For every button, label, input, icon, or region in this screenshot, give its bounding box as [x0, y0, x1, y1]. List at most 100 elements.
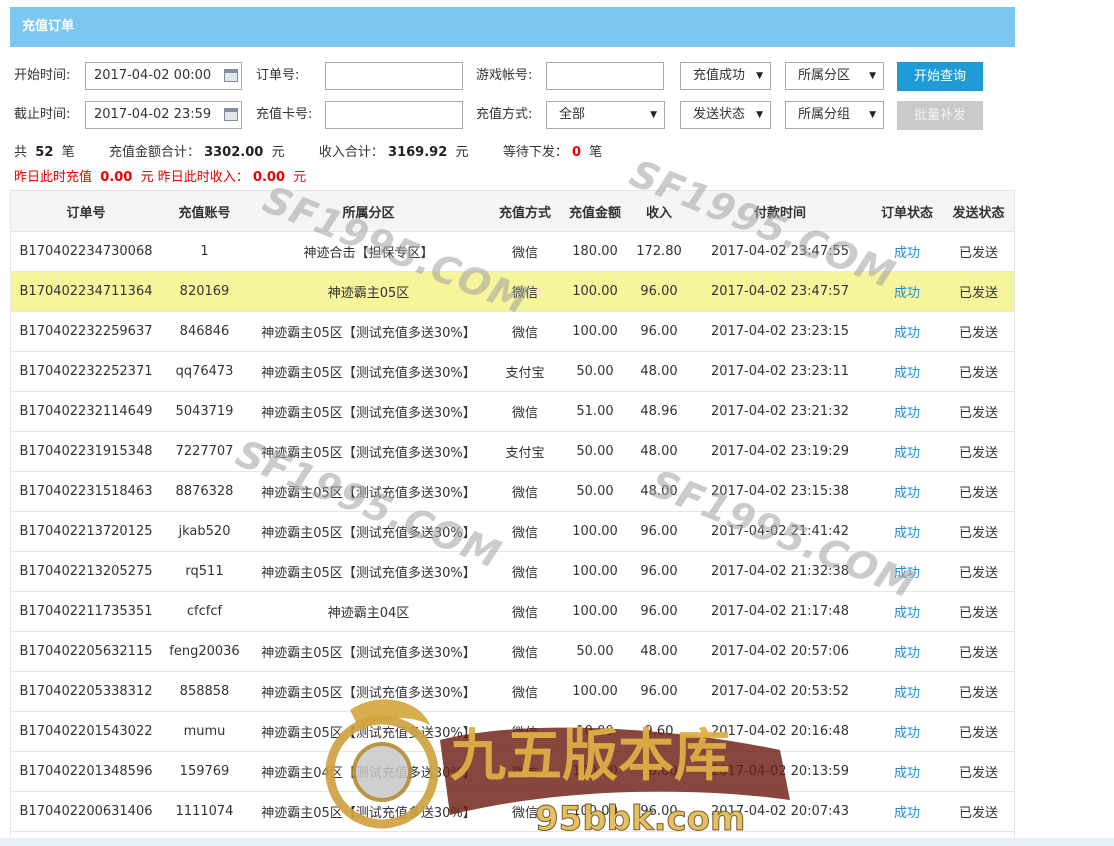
account-cell: rq511	[162, 551, 247, 592]
zone-value: 所属分区	[798, 68, 851, 83]
zone-cell: 神迹霸主05区【测试充值多送30%】	[247, 551, 490, 592]
table-row[interactable]: B170402213205275 rq511 神迹霸主05区【测试充值多送30%】微…	[10, 551, 1015, 592]
column-header: 订单号	[10, 190, 162, 232]
income-cell: 96.00	[630, 791, 688, 832]
table-row[interactable]: B170402201348596 159769 神迹霸主04区【测试充值多送30%】…	[10, 751, 1015, 792]
game-account-label: 游戏帐号:	[476, 68, 533, 83]
dropdown-arrow-icon: ▼	[756, 71, 763, 81]
account-cell: cfcfcf	[162, 591, 247, 632]
game-account-input[interactable]	[546, 62, 664, 90]
yesterday-recharge-unit: 元	[140, 170, 154, 185]
send-status-value: 发送状态	[693, 107, 746, 122]
amount-label: 充值金额合计：	[108, 145, 200, 160]
order-id-cell: B170402232259637	[10, 311, 162, 352]
account-cell: 858858	[162, 671, 247, 712]
zone-cell: 神迹霸主04区【测试充值多送30%】	[247, 751, 490, 792]
order-number-label: 订单号:	[256, 68, 300, 83]
pending-value: 0	[571, 145, 582, 160]
calendar-icon[interactable]	[224, 69, 238, 82]
order-status-link[interactable]: 成功	[872, 351, 942, 392]
amount-cell: 100.00	[560, 791, 630, 832]
table-row[interactable]: B170402231915348 7227707 神迹霸主05区【测试充值多送30%…	[10, 431, 1015, 472]
order-status-link[interactable]: 成功	[872, 431, 942, 472]
table-body: B170402234730068 1 神迹合击【担保专区】 微信 180.00 172.8…	[10, 231, 1015, 832]
account-cell: 7227707	[162, 431, 247, 472]
payment-method-select[interactable]: 全部 ▼	[546, 101, 665, 129]
table-row[interactable]: B170402232114649 5043719 神迹霸主05区【测试充值多送30%…	[10, 391, 1015, 432]
order-id-cell: B170402213720125	[10, 511, 162, 552]
table-row[interactable]: B170402213720125 jkab520 神迹霸主05区【测试充值多送30%…	[10, 511, 1015, 552]
order-status-link[interactable]: 成功	[872, 311, 942, 352]
table-row[interactable]: B170402205338312 858858 神迹霸主05区【测试充值多送30%】…	[10, 671, 1015, 712]
end-time-input[interactable]: 2017-04-02 23:59	[85, 101, 242, 129]
order-status-link[interactable]: 成功	[872, 711, 942, 752]
payment-method-cell: 支付宝	[490, 351, 560, 392]
batch-resend-button[interactable]: 批量补发	[897, 101, 983, 130]
order-status-link[interactable]: 成功	[872, 471, 942, 512]
query-button[interactable]: 开始查询	[897, 62, 983, 91]
pay-time-cell: 2017-04-02 20:57:06	[688, 631, 872, 672]
pay-time-cell: 2017-04-02 21:32:38	[688, 551, 872, 592]
order-status-link[interactable]: 成功	[872, 631, 942, 672]
table-row[interactable]: B170402231518463 8876328 神迹霸主05区【测试充值多送30%…	[10, 471, 1015, 512]
yesterday-summary: 昨日此时充值 0.00 元 昨日此时收入： 0.00 元	[14, 168, 306, 188]
bottom-scrollbar-area[interactable]	[0, 838, 1114, 846]
income-cell: 9.60	[630, 711, 688, 752]
zone-cell: 神迹霸主05区【测试充值多送30%】	[247, 791, 490, 832]
order-status-link[interactable]: 成功	[872, 551, 942, 592]
order-number-input[interactable]	[325, 62, 463, 90]
start-time-value: 2017-04-02 00:00	[94, 68, 212, 83]
send-status-select[interactable]: 发送状态 ▼	[680, 101, 771, 129]
table-row[interactable]: B170402200631406 1111074 神迹霸主05区【测试充值多送30%…	[10, 791, 1015, 832]
column-header: 发送状态	[942, 190, 1015, 232]
table-row[interactable]: B170402211735351 cfcfcf 神迹霸主04区 微信 100.00 96.…	[10, 591, 1015, 632]
table-row[interactable]: B170402232252371 qq76473 神迹霸主05区【测试充值多送30%…	[10, 351, 1015, 392]
income-cell: 96.00	[630, 591, 688, 632]
table-row[interactable]: B170402232259637 846846 神迹霸主05区【测试充值多送30%】…	[10, 311, 1015, 352]
order-id-cell: B170402232252371	[10, 351, 162, 392]
order-id-cell: B170402232114649	[10, 391, 162, 432]
calendar-icon[interactable]	[224, 108, 238, 121]
column-header: 充值账号	[162, 190, 247, 232]
table-row[interactable]: B170402205632115 feng20036 神迹霸主05区【测试充值多送3…	[10, 631, 1015, 672]
amount-cell: 100.00	[560, 591, 630, 632]
order-status-link[interactable]: 成功	[872, 511, 942, 552]
page-header: 充值订单	[10, 7, 1015, 47]
recharge-status-select[interactable]: 充值成功 ▼	[680, 62, 771, 90]
pay-time-cell: 2017-04-02 20:53:52	[688, 671, 872, 712]
group-select[interactable]: 所属分组 ▼	[785, 101, 884, 129]
dropdown-arrow-icon: ▼	[869, 110, 876, 120]
amount-cell: 100.00	[560, 511, 630, 552]
table-row[interactable]: B170402201543022 mumu 神迹霸主05区【测试充值多送30%】 微信…	[10, 711, 1015, 752]
order-status-link[interactable]: 成功	[872, 231, 942, 272]
payment-method-cell: 微信	[490, 631, 560, 672]
payment-method-cell: 微信	[490, 311, 560, 352]
card-number-input[interactable]	[325, 101, 463, 129]
pay-time-cell: 2017-04-02 23:47:55	[688, 231, 872, 272]
send-status-cell: 已发送	[942, 391, 1015, 432]
payment-method-cell: 微信	[490, 671, 560, 712]
zone-cell: 神迹霸主05区	[247, 271, 490, 312]
account-cell: 159769	[162, 751, 247, 792]
order-id-cell: B170402211735351	[10, 591, 162, 632]
yesterday-income-value: 0.00	[252, 170, 286, 185]
send-status-cell: 已发送	[942, 431, 1015, 472]
send-status-cell: 已发送	[942, 791, 1015, 832]
order-status-link[interactable]: 成功	[872, 271, 942, 312]
table-row[interactable]: B170402234730068 1 神迹合击【担保专区】 微信 180.00 172.8…	[10, 231, 1015, 272]
column-header: 订单状态	[872, 190, 942, 232]
send-status-cell: 已发送	[942, 671, 1015, 712]
order-status-link[interactable]: 成功	[872, 671, 942, 712]
zone-select[interactable]: 所属分区 ▼	[785, 62, 884, 90]
table-header-row: 订单号 充值账号 所属分区 充值方式 充值金额 收入 付款时间 订单状态 发送状态	[10, 190, 1015, 232]
start-time-input[interactable]: 2017-04-02 00:00	[85, 62, 242, 90]
account-cell: 820169	[162, 271, 247, 312]
order-status-link[interactable]: 成功	[872, 751, 942, 792]
order-status-link[interactable]: 成功	[872, 591, 942, 632]
table-row[interactable]: B170402234711364 820169 神迹霸主05区 微信 100.00 96.…	[10, 271, 1015, 312]
order-status-link[interactable]: 成功	[872, 391, 942, 432]
order-status-link[interactable]: 成功	[872, 791, 942, 832]
zone-cell: 神迹霸主05区【测试充值多送30%】	[247, 471, 490, 512]
zone-cell: 神迹合击【担保专区】	[247, 231, 490, 272]
zone-cell: 神迹霸主05区【测试充值多送30%】	[247, 431, 490, 472]
